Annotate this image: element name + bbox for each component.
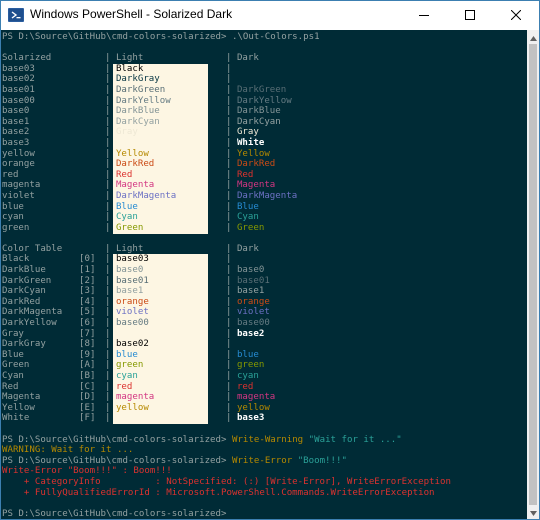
- table-row: Gray [7] | | base2: [2, 328, 265, 339]
- table-row: cyan | Cyan | Cyan: [2, 212, 259, 223]
- table-row: DarkGreen [2] | base01 | base01: [2, 275, 270, 286]
- table-row: red | Red | Red: [2, 169, 254, 180]
- error-line: Write-Error "Boom!!!" : Boom!!!: [2, 466, 172, 477]
- table-row: DarkGray [8] | base02 |: [2, 339, 232, 350]
- maximize-icon: [465, 7, 475, 25]
- table-row: base02 | DarkGray |: [2, 74, 232, 85]
- table-row: base2 | Gray | Gray: [2, 127, 259, 138]
- prompt-text: PS D:\Source\GitHub\cmd-colors-solarized…: [2, 32, 320, 42]
- table-row: green | Green | Green: [2, 222, 265, 233]
- table-row: Cyan [B] | cyan | cyan: [2, 371, 259, 381]
- error-line: + CategoryInfo : NotSpecified: (:) [Writ…: [2, 476, 451, 487]
- header-dark: | Dark: [226, 53, 259, 64]
- table-row: Yellow [E] | yellow | yellow: [2, 402, 270, 413]
- scroll-down-button[interactable]: [527, 505, 539, 519]
- table-row: orange | DarkRed | DarkRed: [2, 159, 276, 170]
- table-row: violet | DarkMagenta | DarkMagenta: [2, 190, 298, 201]
- table-row: Red [C] | red | red: [2, 381, 254, 392]
- table-row: base00 | DarkYellow | DarkYellow: [2, 95, 292, 106]
- prompt-line: PS D:\Source\GitHub\cmd-colors-solarized…: [2, 455, 347, 466]
- chevron-down-icon: [529, 503, 537, 519]
- header-dark: | Dark: [226, 243, 259, 254]
- table-row: DarkBlue [1] | base0 | base0: [2, 265, 265, 276]
- table-row: White [F] | | base3: [2, 413, 265, 424]
- console-output[interactable]: PS D:\Source\GitHub\cmd-colors-solarized…: [1, 30, 527, 519]
- table-row: DarkCyan [3] | base1 | base1: [2, 286, 265, 297]
- table-row: base03 | Black |: [2, 63, 232, 74]
- table-row: base01 | DarkGreen | DarkGreen: [2, 84, 287, 95]
- vertical-scrollbar[interactable]: [527, 30, 539, 519]
- header-light: | Light: [105, 243, 144, 254]
- table-row: base1 | DarkCyan | DarkCyan: [2, 116, 281, 127]
- table-row: base0 | DarkBlue | DarkBlue: [2, 106, 281, 117]
- maximize-button[interactable]: [447, 1, 493, 30]
- error-line: + FullyQualifiedErrorId : Microsoft.Powe…: [2, 487, 435, 498]
- table-row: magenta | Magenta | Magenta: [2, 180, 276, 191]
- header-light: | Light: [105, 53, 144, 64]
- window-title: Windows PowerShell - Solarized Dark: [30, 7, 233, 21]
- table-row: yellow | Yellow | Yellow: [2, 148, 270, 159]
- table-row: Magenta [D] | magenta | magenta: [2, 392, 276, 403]
- close-button[interactable]: [493, 1, 539, 30]
- table-row: Green [A] | green | green: [2, 360, 265, 371]
- title-bar[interactable]: Windows PowerShell - Solarized Dark: [1, 1, 539, 30]
- powershell-icon[interactable]: [8, 7, 24, 23]
- table-row: Blue [9] | blue | blue: [2, 349, 259, 360]
- close-icon: [510, 7, 522, 25]
- table-header: Color Table | Light | Dark: [2, 244, 526, 255]
- table-row: blue | Blue | Blue: [2, 201, 259, 212]
- prompt-line: PS D:\Source\GitHub\cmd-colors-solarized…: [2, 32, 526, 43]
- header-color-table: Color Table: [2, 243, 63, 254]
- table-row: DarkMagenta [5] | violet | violet: [2, 307, 270, 318]
- minimize-icon: [419, 7, 429, 25]
- table-row: DarkYellow [6] | base00 | base00: [2, 318, 270, 329]
- table-row: base3 | White | White: [2, 137, 265, 148]
- prompt-line: PS D:\Source\GitHub\cmd-colors-solarized…: [2, 508, 227, 519]
- minimize-button[interactable]: [401, 1, 447, 30]
- warning-line: WARNING: Wait for it ...: [2, 445, 134, 456]
- scroll-thumb[interactable]: [529, 44, 537, 505]
- table-row: DarkRed [4] | orange | orange: [2, 296, 270, 307]
- table-row: Black [0] | base03 |: [2, 254, 232, 265]
- prompt-line: PS D:\Source\GitHub\cmd-colors-solarized…: [2, 434, 402, 445]
- table-header: Solarized | Light | Dark: [2, 53, 526, 64]
- scroll-up-button[interactable]: [527, 30, 539, 44]
- powershell-window: Windows PowerShell - Solarized Dark PS D…: [0, 0, 540, 520]
- header-solarized: Solarized: [2, 53, 52, 64]
